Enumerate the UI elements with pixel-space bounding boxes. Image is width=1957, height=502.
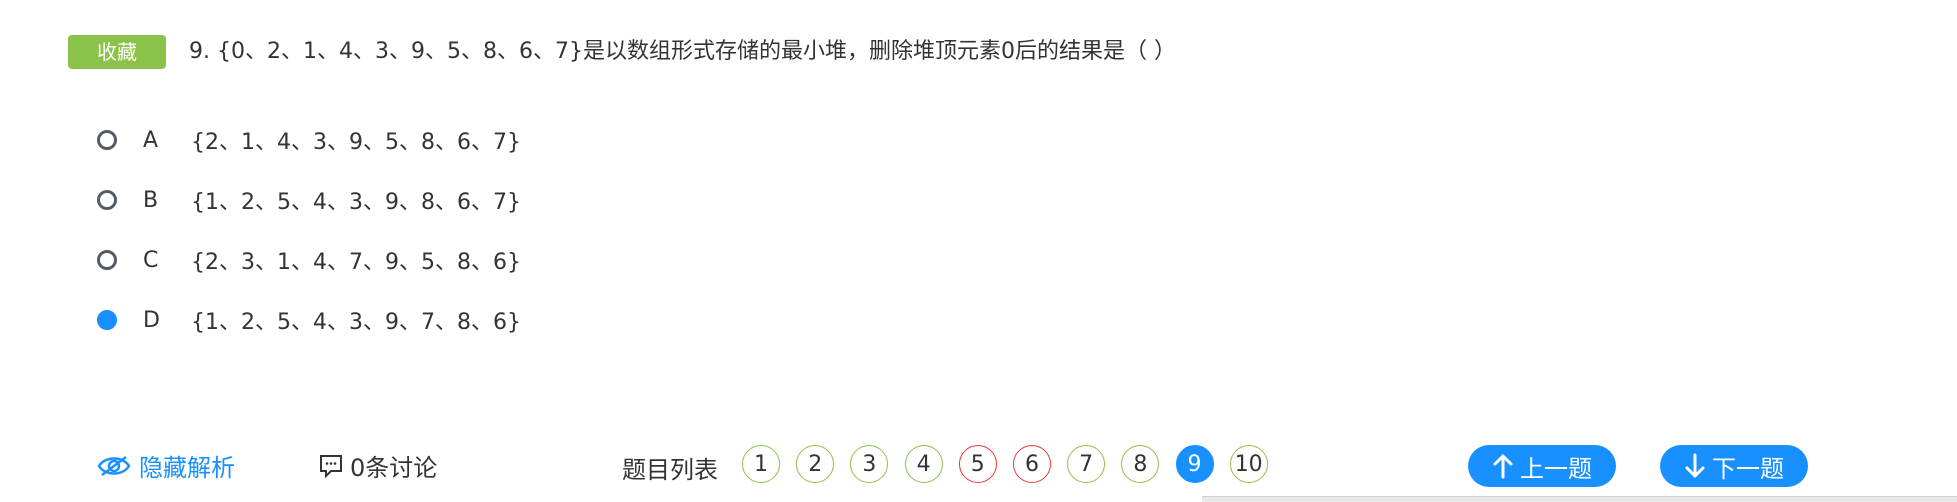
question-number-9[interactable]: 9 [1175, 445, 1214, 483]
option-a-letter: A [143, 127, 159, 153]
question-number-6[interactable]: 6 [1012, 445, 1051, 483]
option-b-letter: B [143, 187, 159, 213]
options-list: A {2、1、4、3、9、5、8、6、7} B {1、2、5、4、3、9、8、6… [97, 110, 521, 350]
question-number-1[interactable]: 1 [742, 445, 780, 483]
question-number-3[interactable]: 3 [850, 445, 889, 483]
question-number-5[interactable]: 5 [958, 445, 997, 483]
option-d-letter: D [143, 307, 160, 333]
option-c-radio[interactable] [97, 250, 117, 270]
discussion-label: 0条讨论 [350, 454, 438, 482]
option-c-letter: C [143, 247, 159, 273]
option-c[interactable]: C {2、3、1、4、7、9、5、8、6} [97, 230, 521, 290]
option-a-radio[interactable] [97, 130, 117, 150]
option-b[interactable]: B {1、2、5、4、3、9、8、6、7} [97, 170, 521, 230]
bottom-toolbar: 隐藏解析 0条讨论 题目列表 1 2 3 4 5 6 7 8 9 10 上一题 下一题 [0, 438, 1957, 494]
option-b-text: {1、2、5、4、3、9、8、6、7} [191, 190, 521, 215]
option-b-radio[interactable] [97, 190, 117, 210]
hide-analysis-label: 隐藏解析 [139, 454, 235, 482]
next-question-label: 下一题 [1712, 454, 1784, 483]
prev-question-button[interactable]: 上一题 [1468, 445, 1616, 487]
question-number-2[interactable]: 2 [796, 445, 835, 483]
chat-bubble-icon [320, 454, 342, 478]
question-number-8[interactable]: 8 [1121, 445, 1160, 483]
question-number-4[interactable]: 4 [904, 445, 943, 483]
question-list-label: 题目列表 [622, 456, 718, 484]
next-question-button[interactable]: 下一题 [1660, 445, 1808, 487]
question-number-10[interactable]: 10 [1229, 445, 1268, 483]
arrow-up-icon [1493, 454, 1513, 479]
option-a[interactable]: A {2、1、4、3、9、5、8、6、7} [97, 110, 521, 170]
option-d-radio[interactable] [97, 310, 117, 330]
eye-icon [97, 455, 131, 476]
arrow-down-icon [1685, 453, 1705, 478]
option-d-text: {1、2、5、4、3、9、7、8、6} [191, 310, 521, 335]
question-number-list: 1 2 3 4 5 6 7 8 9 10 [742, 445, 1284, 483]
option-d[interactable]: D {1、2、5、4、3、9、7、8、6} [97, 290, 521, 350]
prev-question-label: 上一题 [1520, 454, 1592, 483]
question-text: 9. {0、2、1、4、3、9、5、8、6、7}是以数组形式存储的最小堆，删除堆… [189, 39, 1176, 64]
scroll-divider [1202, 496, 1957, 502]
question-number-7[interactable]: 7 [1067, 445, 1106, 483]
option-c-text: {2、3、1、4、7、9、5、8、6} [191, 250, 521, 275]
hide-analysis-link[interactable]: 隐藏解析 [97, 448, 235, 483]
option-a-text: {2、1、4、3、9、5、8、6、7} [191, 130, 521, 155]
discussion-link[interactable]: 0条讨论 [318, 448, 437, 483]
favorite-button[interactable]: 收藏 [68, 35, 166, 69]
